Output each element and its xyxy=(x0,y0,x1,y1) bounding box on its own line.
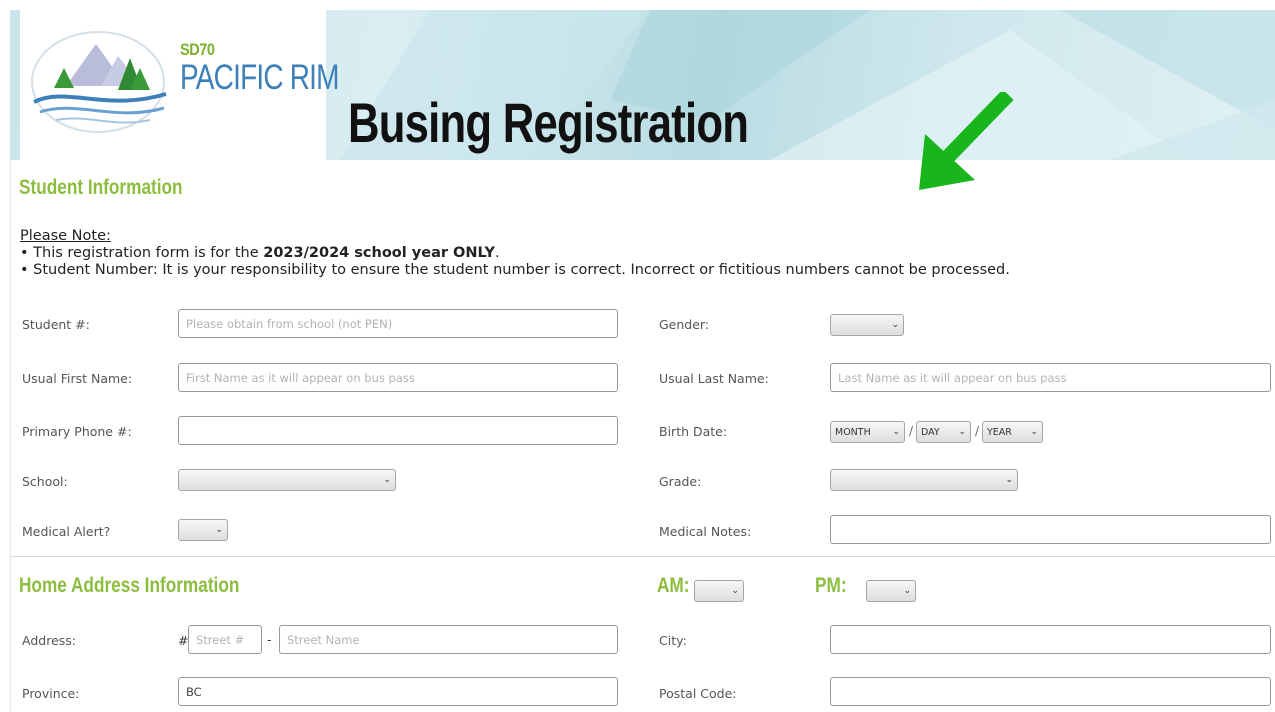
city-input[interactable] xyxy=(830,625,1271,654)
chevron-down-icon: ⌄ xyxy=(903,586,911,596)
birth-date-label: Birth Date: xyxy=(659,424,728,439)
street-name-input[interactable] xyxy=(279,625,618,654)
phone-input[interactable] xyxy=(178,416,618,445)
chevron-down-icon: ⌄ xyxy=(215,525,223,535)
medical-notes-input[interactable] xyxy=(830,515,1271,544)
medical-alert-select[interactable]: ⌄ xyxy=(178,519,228,541)
school-label: School: xyxy=(22,474,68,489)
city-label: City: xyxy=(659,633,687,648)
page-header: SD70 PACIFIC RIM Busing Registration xyxy=(10,10,1275,160)
pm-route-select[interactable]: ⌄ xyxy=(866,580,916,602)
date-separator: / xyxy=(975,424,980,438)
logo-district-name: PACIFIC RIM xyxy=(180,58,339,97)
chevron-down-icon: ⌄ xyxy=(958,427,966,437)
section-title-student-information: Student Information xyxy=(19,176,183,199)
phone-label: Primary Phone #: xyxy=(22,424,132,439)
birth-month-value: MONTH xyxy=(835,426,871,438)
chevron-down-icon: ⌄ xyxy=(1030,427,1038,437)
gender-label: Gender: xyxy=(659,317,710,332)
street-dash: - xyxy=(267,632,272,647)
logo-district-code: SD70 xyxy=(180,40,215,59)
date-separator: / xyxy=(909,424,914,438)
medical-alert-label: Medical Alert? xyxy=(22,524,111,539)
section-title-home-address: Home Address Information xyxy=(19,574,240,597)
note-heading: Please Note: xyxy=(20,228,111,244)
page-left-border xyxy=(10,160,11,712)
note-line-student-number: • Student Number: It is your responsibil… xyxy=(20,262,1010,278)
birth-day-select[interactable]: DAY ⌄ xyxy=(916,421,971,443)
page-title: Busing Registration xyxy=(348,91,749,154)
section-divider xyxy=(10,556,1275,557)
am-label: AM: xyxy=(657,574,690,597)
first-name-label: Usual First Name: xyxy=(22,371,133,386)
postal-code-input[interactable] xyxy=(830,677,1271,706)
street-number-input[interactable] xyxy=(188,625,262,654)
address-label: Address: xyxy=(22,633,76,648)
grade-label: Grade: xyxy=(659,474,702,489)
birth-month-select[interactable]: MONTH ⌄ xyxy=(830,421,905,443)
birth-day-value: DAY xyxy=(921,426,940,438)
first-name-input[interactable] xyxy=(178,363,618,392)
student-number-input[interactable] xyxy=(178,309,618,338)
last-name-label: Usual Last Name: xyxy=(659,371,769,386)
note-line-school-year: • This registration form is for the 2023… xyxy=(20,245,1010,262)
note-line1-prefix: • This registration form is for the xyxy=(20,245,264,261)
mountain-logo-icon xyxy=(31,31,167,133)
note-line1-suffix: . xyxy=(495,245,500,261)
arrow-down-left-icon xyxy=(919,92,1014,190)
street-number-hash: # xyxy=(178,633,189,648)
chevron-down-icon: ⌄ xyxy=(731,586,739,596)
medical-notes-label: Medical Notes: xyxy=(659,524,752,539)
chevron-down-icon: ⌄ xyxy=(892,427,900,437)
pm-label: PM: xyxy=(815,574,847,597)
chevron-down-icon: ⌄ xyxy=(891,320,899,330)
grade-select[interactable]: ⌄ xyxy=(830,469,1018,491)
district-logo[interactable]: SD70 PACIFIC RIM xyxy=(20,10,339,160)
chevron-down-icon: ⌄ xyxy=(383,475,391,485)
birth-year-select[interactable]: YEAR ⌄ xyxy=(982,421,1043,443)
province-label: Province: xyxy=(22,686,80,701)
am-route-select[interactable]: ⌄ xyxy=(694,580,744,602)
school-select[interactable]: ⌄ xyxy=(178,469,396,491)
province-input[interactable] xyxy=(178,677,618,706)
last-name-input[interactable] xyxy=(830,363,1271,392)
postal-code-label: Postal Code: xyxy=(659,686,737,701)
student-number-label: Student #: xyxy=(22,317,90,332)
birth-year-value: YEAR xyxy=(987,426,1012,438)
registration-note: Please Note: • This registration form is… xyxy=(20,228,1010,279)
chevron-down-icon: ⌄ xyxy=(1005,475,1013,485)
note-line1-bold: 2023/2024 school year ONLY xyxy=(263,245,495,261)
gender-select[interactable]: ⌄ xyxy=(830,314,904,336)
